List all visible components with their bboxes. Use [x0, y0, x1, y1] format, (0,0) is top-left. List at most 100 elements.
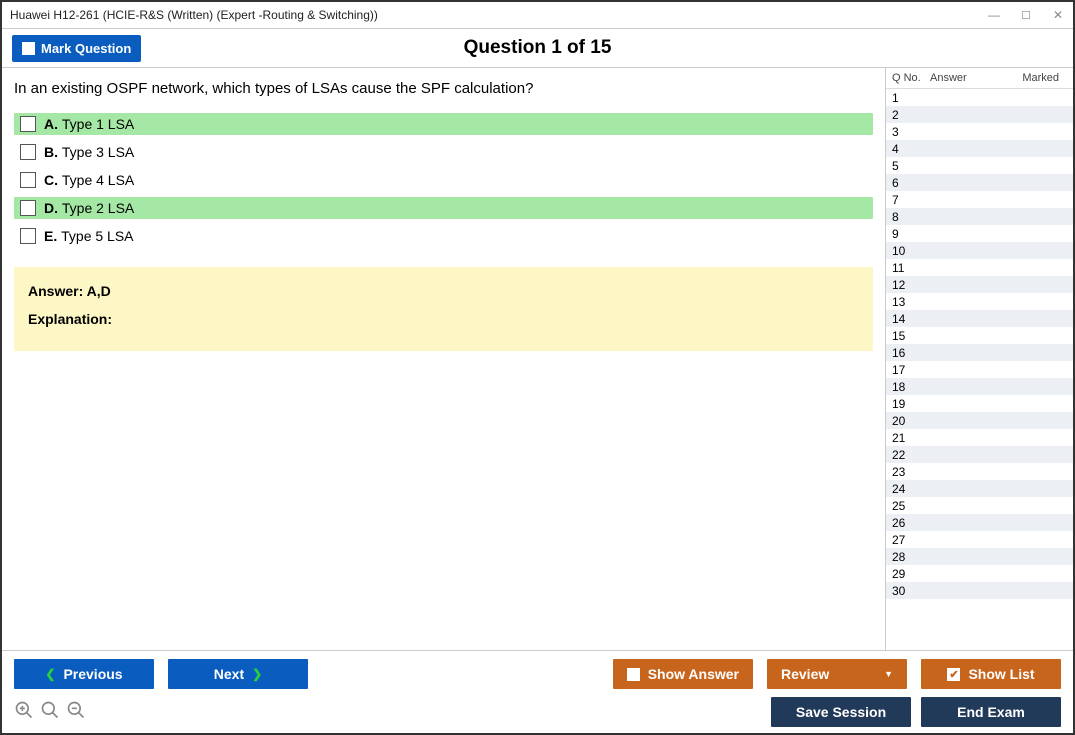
previous-button[interactable]: ❮ Previous	[14, 659, 154, 689]
list-item-number: 5	[892, 159, 930, 173]
review-button[interactable]: Review ▼	[767, 659, 907, 689]
show-answer-label: Show Answer	[648, 666, 739, 682]
list-item[interactable]: 1	[886, 89, 1073, 106]
list-item-number: 12	[892, 278, 930, 292]
question-list[interactable]: 1234567891011121314151617181920212223242…	[886, 89, 1073, 650]
titlebar: Huawei H12-261 (HCIE-R&S (Written) (Expe…	[2, 2, 1073, 28]
question-list-header: Q No. Answer Marked	[886, 68, 1073, 89]
mark-checkbox-icon	[22, 42, 35, 55]
list-item[interactable]: 3	[886, 123, 1073, 140]
list-item[interactable]: 15	[886, 327, 1073, 344]
list-item[interactable]: 17	[886, 361, 1073, 378]
next-label: Next	[214, 666, 244, 682]
list-item-number: 9	[892, 227, 930, 241]
list-item[interactable]: 7	[886, 191, 1073, 208]
list-item[interactable]: 11	[886, 259, 1073, 276]
list-item[interactable]: 10	[886, 242, 1073, 259]
list-item[interactable]: 21	[886, 429, 1073, 446]
end-exam-button[interactable]: End Exam	[921, 697, 1061, 727]
option-b[interactable]: B. Type 3 LSA	[14, 141, 873, 163]
zoom-in-icon[interactable]	[14, 700, 34, 725]
save-session-button[interactable]: Save Session	[771, 697, 911, 727]
list-item-number: 11	[892, 261, 930, 275]
zoom-reset-icon[interactable]	[40, 700, 60, 725]
mark-question-button[interactable]: Mark Question	[12, 35, 141, 62]
option-a[interactable]: A. Type 1 LSA	[14, 113, 873, 135]
list-item-number: 25	[892, 499, 930, 513]
list-item[interactable]: 19	[886, 395, 1073, 412]
list-item[interactable]: 13	[886, 293, 1073, 310]
option-checkbox-icon[interactable]	[20, 116, 36, 132]
list-item-number: 28	[892, 550, 930, 564]
list-item[interactable]: 30	[886, 582, 1073, 599]
list-item[interactable]: 27	[886, 531, 1073, 548]
question-list-pane: Q No. Answer Marked 12345678910111213141…	[885, 68, 1073, 650]
previous-label: Previous	[63, 666, 122, 682]
list-item-number: 29	[892, 567, 930, 581]
list-item[interactable]: 12	[886, 276, 1073, 293]
save-session-label: Save Session	[796, 704, 886, 720]
list-item[interactable]: 9	[886, 225, 1073, 242]
list-item[interactable]: 24	[886, 480, 1073, 497]
option-checkbox-icon[interactable]	[20, 228, 36, 244]
list-item[interactable]: 16	[886, 344, 1073, 361]
options-list: A. Type 1 LSA B. Type 3 LSA C. Type 4 LSA D…	[14, 113, 873, 247]
list-item-number: 10	[892, 244, 930, 258]
end-exam-label: End Exam	[957, 704, 1025, 720]
list-item[interactable]: 8	[886, 208, 1073, 225]
next-button[interactable]: Next ❯	[168, 659, 308, 689]
minimize-icon[interactable]: —	[987, 8, 1001, 22]
question-counter-title: Question 1 of 15	[464, 37, 612, 59]
review-label: Review	[781, 666, 829, 682]
option-c[interactable]: C. Type 4 LSA	[14, 169, 873, 191]
footer-row-nav: ❮ Previous Next ❯ Show Answer Review ▼ ✔…	[14, 659, 1061, 689]
zoom-out-icon[interactable]	[66, 700, 86, 725]
option-e[interactable]: E. Type 5 LSA	[14, 225, 873, 247]
option-text: E. Type 5 LSA	[44, 228, 134, 244]
list-item[interactable]: 14	[886, 310, 1073, 327]
list-item-number: 22	[892, 448, 930, 462]
option-checkbox-icon[interactable]	[20, 144, 36, 160]
list-item-number: 8	[892, 210, 930, 224]
list-item[interactable]: 25	[886, 497, 1073, 514]
list-item-number: 6	[892, 176, 930, 190]
option-checkbox-icon[interactable]	[20, 200, 36, 216]
list-item[interactable]: 2	[886, 106, 1073, 123]
list-item[interactable]: 26	[886, 514, 1073, 531]
list-item[interactable]: 18	[886, 378, 1073, 395]
list-item[interactable]: 20	[886, 412, 1073, 429]
option-text: B. Type 3 LSA	[44, 144, 134, 160]
list-item-number: 4	[892, 142, 930, 156]
option-checkbox-icon[interactable]	[20, 172, 36, 188]
option-d[interactable]: D. Type 2 LSA	[14, 197, 873, 219]
explanation-label: Explanation:	[28, 311, 859, 327]
list-item[interactable]: 6	[886, 174, 1073, 191]
chevron-left-icon: ❮	[45, 667, 55, 681]
chevron-right-icon: ❯	[252, 667, 262, 681]
list-item-number: 18	[892, 380, 930, 394]
list-item-number: 20	[892, 414, 930, 428]
chevron-down-icon: ▼	[884, 669, 893, 679]
main-pane: In an existing OSPF network, which types…	[2, 68, 885, 650]
show-answer-checkbox-icon	[627, 668, 640, 681]
answer-panel: Answer: A,D Explanation:	[14, 267, 873, 351]
list-item[interactable]: 23	[886, 463, 1073, 480]
list-item-number: 3	[892, 125, 930, 139]
list-item-number: 2	[892, 108, 930, 122]
close-icon[interactable]: ✕	[1051, 8, 1065, 22]
show-list-label: Show List	[968, 666, 1034, 682]
show-list-button[interactable]: ✔ Show List	[921, 659, 1061, 689]
maximize-icon[interactable]: ☐	[1019, 9, 1033, 22]
list-item[interactable]: 4	[886, 140, 1073, 157]
question-text: In an existing OSPF network, which types…	[14, 80, 873, 97]
list-item[interactable]: 22	[886, 446, 1073, 463]
header-bar: Mark Question Question 1 of 15	[2, 28, 1073, 68]
col-answer: Answer	[930, 72, 990, 84]
col-marked: Marked	[990, 72, 1069, 84]
list-item[interactable]: 28	[886, 548, 1073, 565]
list-item[interactable]: 5	[886, 157, 1073, 174]
list-item-number: 7	[892, 193, 930, 207]
show-answer-button[interactable]: Show Answer	[613, 659, 753, 689]
list-item[interactable]: 29	[886, 565, 1073, 582]
mark-question-label: Mark Question	[41, 41, 131, 56]
